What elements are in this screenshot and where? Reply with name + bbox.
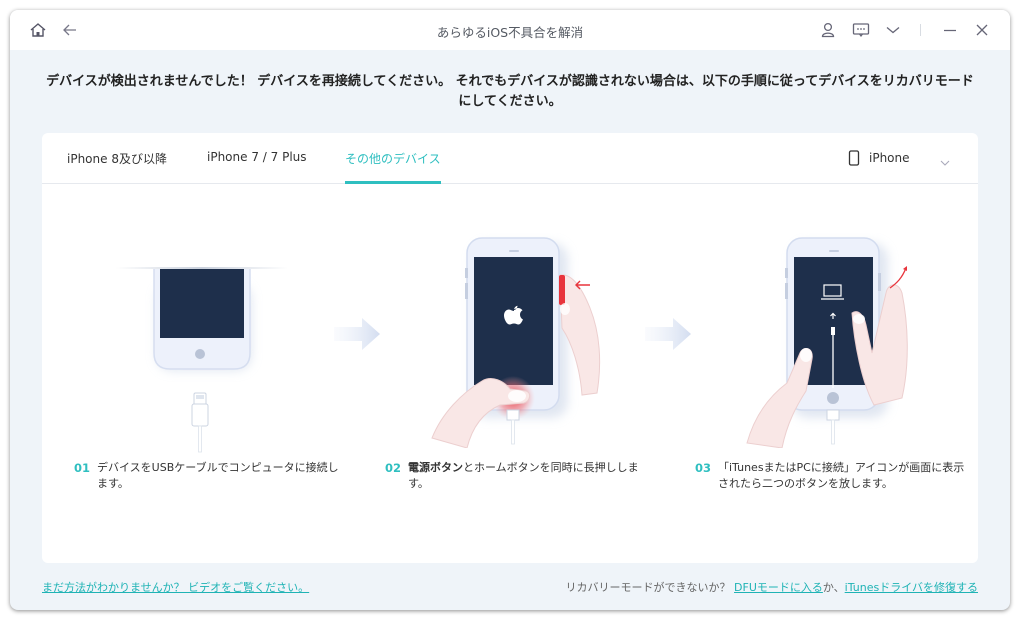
app-window: あらゆるiOS不具合を解消 デバイスが検出されませんでした！ デバイスを再接続し… [10, 10, 1010, 610]
recovery-question: リカバリーモードができないか？ [565, 581, 735, 594]
minimize-icon[interactable] [941, 21, 959, 39]
device-not-detected-message: デバイスが検出されませんでした！ デバイスを再接続してください。 それでもデバイ… [34, 72, 986, 112]
tab-iphone-8-and-later[interactable]: iPhone 8及び以降 [67, 150, 167, 184]
titlebar-divider [920, 24, 921, 36]
next-step-arrow-icon [645, 316, 693, 356]
tab-other-devices[interactable]: その他のデバイス [345, 150, 441, 184]
repair-itunes-driver-link[interactable]: iTunesドライバを修復する [845, 581, 978, 594]
step-number: 03 [695, 461, 712, 475]
phone-icon [848, 150, 860, 170]
device-tabs: iPhone 8及び以降 iPhone 7 / 7 Plus その他のデバイス … [42, 133, 978, 184]
tab-iphone-7[interactable]: iPhone 7 / 7 Plus [207, 150, 307, 184]
headline-line-2: にしてください。 [458, 94, 562, 109]
watch-video-link[interactable]: まだ方法がわかりませんか？ ビデオをご覧ください。 [42, 579, 309, 595]
chevron-down-icon[interactable] [884, 21, 902, 39]
step-number: 02 [385, 461, 402, 475]
step-3-illustration [742, 233, 922, 449]
device-select[interactable]: iPhone [848, 148, 958, 170]
recovery-help: リカバリーモードができないか？ DFUモードに入るか、iTunesドライバを修復… [566, 579, 978, 595]
headline-line-1: デバイスが検出されませんでした！ デバイスを再接続してください。 それでもデバイ… [46, 74, 974, 89]
instructions-card: iPhone 8及び以降 iPhone 7 / 7 Plus その他のデバイス … [42, 133, 978, 563]
title-bar: あらゆるiOS不具合を解消 [10, 10, 1010, 50]
step-description: 「iTunesまたはPCに接続」アイコンが画面に表示されたら二つのボタンを放しま… [718, 461, 965, 490]
next-step-arrow-icon [334, 316, 382, 356]
step-description: デバイスをUSBケーブルでコンピュータに接続します。 [97, 461, 339, 490]
user-icon[interactable] [819, 21, 837, 39]
chevron-down-icon [940, 152, 950, 171]
step-description: 電源ボタンとホームボタンを同時に長押しします。 [408, 460, 658, 492]
step-1-illustration [112, 253, 292, 453]
enter-dfu-mode-link[interactable]: DFUモードに入る [734, 581, 823, 594]
step-2-illustration [422, 233, 622, 449]
step-number: 01 [74, 461, 91, 475]
power-button-label: 電源ボタン [408, 461, 463, 474]
chat-bubble-icon[interactable] [852, 21, 870, 39]
device-select-value: iPhone [869, 151, 910, 165]
close-icon[interactable] [973, 21, 991, 39]
footer-separator: か、 [822, 581, 845, 594]
